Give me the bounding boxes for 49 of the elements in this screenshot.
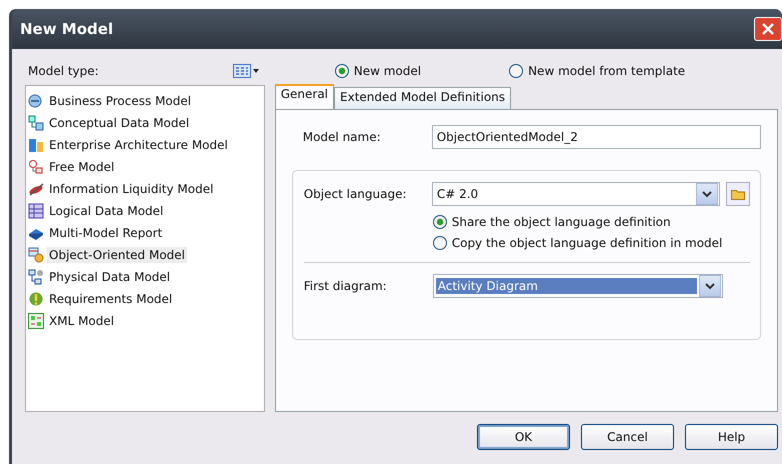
tab[interactable]: Extended Model Definitions (334, 87, 512, 109)
grid-view-icon (232, 64, 251, 78)
model-type-icon (28, 291, 44, 307)
model-type-icon (28, 269, 44, 285)
model-name-field[interactable]: ObjectOrientedModel_2 (432, 125, 761, 149)
model-type-icon (28, 313, 44, 329)
list-item[interactable]: Object-Oriented Model (47, 247, 187, 263)
model-type-icon (28, 159, 44, 175)
radio-label[interactable]: Share the object language definition (452, 215, 671, 229)
list-item[interactable]: Free Model (47, 159, 116, 175)
list-item[interactable]: XML Model (47, 313, 116, 329)
dialog-button[interactable]: OK (477, 424, 570, 450)
radio-button[interactable] (432, 215, 447, 229)
tab[interactable]: General (274, 84, 334, 109)
first-diagram-dropdown[interactable]: Activity Diagram (432, 274, 723, 298)
folder-icon (730, 188, 745, 200)
field-label: Object language: (302, 187, 408, 201)
close-button[interactable] (754, 17, 782, 41)
list-item[interactable]: Enterprise Architecture Model (47, 137, 230, 153)
radio-button[interactable] (334, 64, 349, 78)
radio-label[interactable]: New model (354, 64, 422, 78)
field-label: Model name: (302, 130, 382, 144)
caret-icon (252, 69, 259, 73)
radio-label[interactable]: New model from template (528, 64, 686, 78)
model-type-icon (28, 137, 44, 153)
list-item[interactable]: Physical Data Model (47, 269, 172, 285)
browse-button[interactable] (726, 182, 750, 206)
list-item[interactable]: Information Liquidity Model (47, 181, 216, 197)
window-title: New Model (19, 20, 114, 38)
list-item[interactable]: Conceptual Data Model (47, 115, 192, 131)
field-label: First diagram: (302, 279, 388, 293)
model-type-icon (28, 181, 44, 197)
radio-label[interactable]: Copy the object language definition in model (452, 236, 722, 250)
radio-button[interactable] (432, 236, 447, 250)
list-item[interactable]: Business Process Model (47, 93, 194, 109)
model-type-icon (28, 247, 44, 263)
view-menu-button[interactable] (232, 64, 259, 78)
model-type-icon (28, 203, 44, 219)
list-item[interactable]: Logical Data Model (47, 203, 166, 219)
radio-button[interactable] (509, 64, 524, 78)
model-type-icon (28, 93, 44, 109)
model-type-icon (28, 115, 44, 131)
close-icon (762, 23, 774, 35)
dialog-button[interactable]: Help (685, 424, 778, 450)
model-type-label: Model type: (28, 64, 99, 78)
list-item[interactable]: Multi-Model Report (47, 225, 164, 241)
dialog-button[interactable]: Cancel (581, 424, 674, 450)
object-language-dropdown[interactable]: C# 2.0 (432, 182, 720, 206)
list-item[interactable]: Requirements Model (47, 291, 174, 307)
